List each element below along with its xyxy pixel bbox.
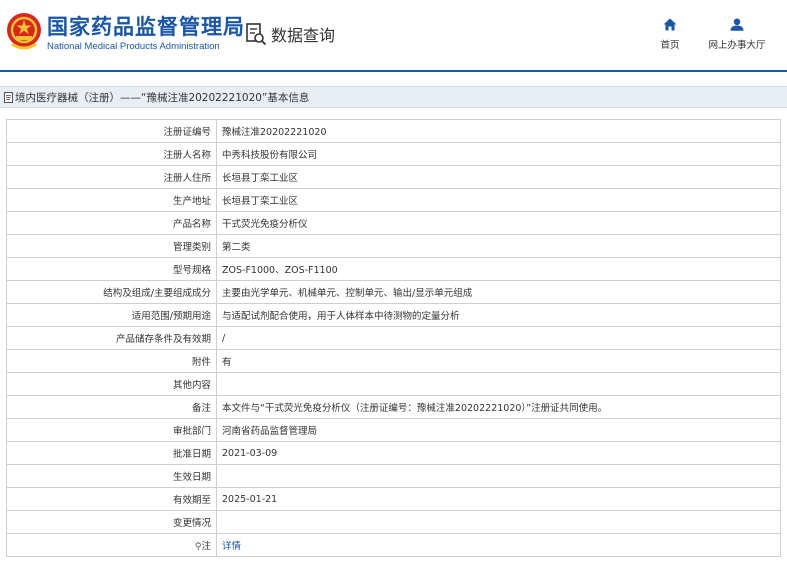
detail-label: 产品储存条件及有效期 (6, 326, 217, 350)
detail-value (216, 372, 781, 396)
detail-value: ZOS-F1000、ZOS-F1100 (216, 257, 781, 281)
detail-value: 中秀科技股份有限公司 (216, 142, 781, 166)
document-search-icon (246, 23, 267, 46)
national-emblem-icon (7, 13, 41, 50)
detail-label: 注册证编号 (6, 119, 217, 143)
detail-label: 生效日期 (6, 464, 217, 488)
detail-value: 详情 (216, 533, 781, 557)
site-title[interactable]: 国家药品监督管理局 (47, 11, 245, 41)
site-header: 国家药品监督管理局 National Medical Products Admi… (0, 0, 787, 70)
detail-value: / (216, 326, 781, 350)
table-row: 注册证编号 豫械注准20202221020 (6, 119, 781, 143)
table-row: 有效期至 2025-01-21 (6, 487, 781, 511)
detail-value: 干式荧光免疫分析仪 (216, 211, 781, 235)
detail-label: 结构及组成/主要组成成分 (6, 280, 217, 304)
table-row: 管理类别 第二类 (6, 234, 781, 258)
nav-online-hall[interactable]: 网上办事大厅 (697, 18, 777, 51)
detail-value: 2025-01-21 (216, 487, 781, 511)
data-query-link[interactable]: 数据查询 (245, 22, 335, 46)
breadcrumb: 境内医疗器械（注册）——“豫械注准20202221020”基本信息 (0, 86, 787, 108)
note-label: 注 (201, 541, 211, 552)
detail-label: 附件 (6, 349, 217, 373)
table-row: 注册人名称 中秀科技股份有限公司 (6, 142, 781, 166)
detail-label: 有效期至 (6, 487, 217, 511)
details-link[interactable]: 详情 (222, 541, 241, 552)
data-query-label: 数据查询 (271, 26, 336, 45)
detail-label: 产品名称 (6, 211, 217, 235)
breadcrumb-text: 境内医疗器械（注册）——“豫械注准20202221020”基本信息 (15, 91, 310, 104)
detail-value: 第二类 (216, 234, 781, 258)
detail-label: 管理类别 (6, 234, 217, 258)
detail-value (216, 464, 781, 488)
detail-label: 注册人名称 (6, 142, 217, 166)
detail-label: 审批部门 (6, 418, 217, 442)
table-row: 结构及组成/主要组成成分 主要由光学单元、机械单元、控制单元、输出/显示单元组成 (6, 280, 781, 304)
detail-value: 豫械注准20202221020 (216, 119, 781, 143)
detail-value: 河南省药品监督管理局 (216, 418, 781, 442)
table-row: 变更情况 (6, 510, 781, 534)
detail-value: 与适配试剂配合使用，用于人体样本中待测物的定量分析 (216, 303, 781, 327)
table-row: 注册人住所 长垣县丁栾工业区 (6, 165, 781, 189)
table-row: 生效日期 (6, 464, 781, 488)
detail-value (216, 510, 781, 534)
user-icon (730, 18, 744, 31)
document-icon (4, 91, 13, 103)
table-row: 型号规格 ZOS-F1000、ZOS-F1100 (6, 257, 781, 281)
detail-value: 2021-03-09 (216, 441, 781, 465)
table-row: 批准日期 2021-03-09 (6, 441, 781, 465)
detail-label: ⚲注 (6, 533, 217, 557)
detail-value: 主要由光学单元、机械单元、控制单元、输出/显示单元组成 (216, 280, 781, 304)
detail-label: 批准日期 (6, 441, 217, 465)
table-row: 附件有 (6, 349, 781, 373)
table-row: 审批部门 河南省药品监督管理局 (6, 418, 781, 442)
table-row: 其他内容 (6, 372, 781, 396)
registration-detail-table: 注册证编号 豫械注准20202221020 注册人名称 中秀科技股份有限公司 注册人住所… (6, 119, 781, 557)
table-row: 适用范围/预期用途 与适配试剂配合使用，用于人体样本中待测物的定量分析 (6, 303, 781, 327)
detail-value: 长垣县丁栾工业区 (216, 165, 781, 189)
nav-online-hall-label: 网上办事大厅 (708, 40, 766, 51)
detail-label: 注册人住所 (6, 165, 217, 189)
detail-label: 型号规格 (6, 257, 217, 281)
home-icon (663, 18, 677, 31)
table-row-note: ⚲注 详情 (6, 533, 781, 557)
header-divider (0, 70, 787, 72)
table-row: 产品名称 干式荧光免疫分析仪 (6, 211, 781, 235)
table-row: 产品储存条件及有效期 / (6, 326, 781, 350)
site-subtitle[interactable]: National Medical Products Administration (47, 41, 220, 52)
table-row: 生产地址 长垣县丁栾工业区 (6, 188, 781, 212)
detail-label: 备注 (6, 395, 217, 419)
detail-value: 本文件与“干式荧光免疫分析仪（注册证编号：豫械注准20202221020）”注册… (216, 395, 781, 419)
detail-label: 适用范围/预期用途 (6, 303, 217, 327)
detail-label: 变更情况 (6, 510, 217, 534)
detail-label: 生产地址 (6, 188, 217, 212)
table-row: 备注 本文件与“干式荧光免疫分析仪（注册证编号：豫械注准20202221020）”… (6, 395, 781, 419)
detail-label: 其他内容 (6, 372, 217, 396)
detail-value: 长垣县丁栾工业区 (216, 188, 781, 212)
nav-home-label: 首页 (660, 40, 680, 51)
detail-value: 有 (216, 349, 781, 373)
